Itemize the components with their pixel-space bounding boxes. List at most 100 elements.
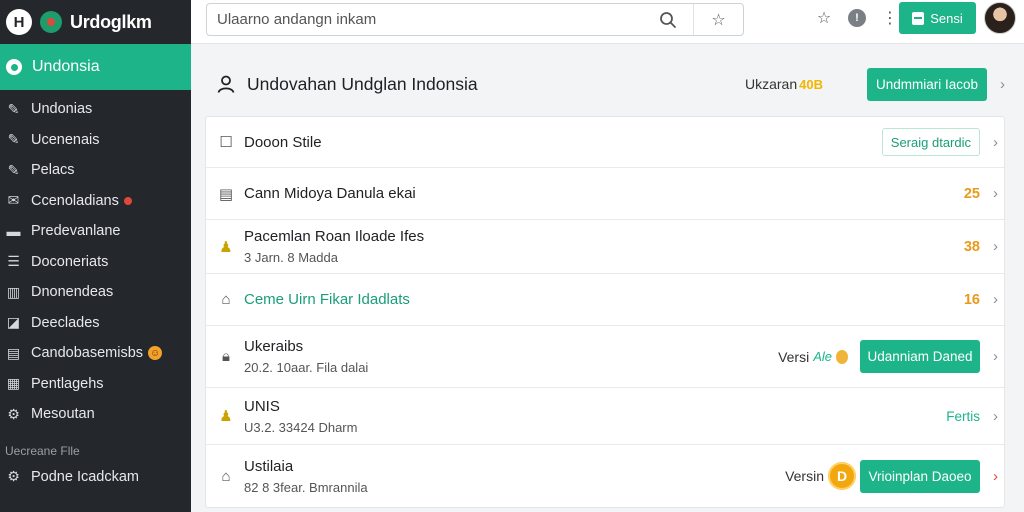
sidebar-list: ✎ Undonias ✎ Ucenenais ✎ Pelacs ✉ Ccenoladia… <box>0 90 191 430</box>
chevron-right-icon[interactable]: › <box>984 348 998 365</box>
sidebar-item-dnonendeas[interactable]: ▥ Dnonendeas <box>0 277 191 308</box>
info-icon[interactable]: ! <box>848 9 866 27</box>
version-label: Versin <box>785 468 824 484</box>
sidebar-item-label: Mesoutan <box>31 406 95 423</box>
sidebar-item-label: Doconeriats <box>31 253 109 270</box>
sidebar-section-list: ⚙ Podne Icadckam <box>0 462 191 493</box>
item-subtitle: 3 Jarn. 8 Madda <box>244 250 338 265</box>
bulb-icon: ♟ <box>219 408 233 425</box>
sidebar-item-active[interactable]: Undonsia <box>0 44 191 90</box>
document-icon <box>912 11 925 25</box>
page-header: Undovahan Undglan Indonsia Ukzaran 40B U… <box>205 56 1005 112</box>
sidebar-item-ucenenais[interactable]: ✎ Ucenenais <box>0 125 191 156</box>
sidebar-item-label: Ccenoladians <box>31 192 119 209</box>
notification-dot <box>123 196 132 205</box>
header-action-button[interactable]: Undmmiari Iacob <box>867 67 987 101</box>
item-title: Ustilaia <box>244 457 294 475</box>
chevron-right-icon[interactable]: › <box>984 134 998 151</box>
record-icon <box>40 11 62 33</box>
coin-icon: D <box>828 462 856 490</box>
sidebar-item-label: Undonsia <box>32 58 100 75</box>
item-action-button[interactable]: Vrioinplan Daoeo <box>860 459 980 493</box>
item-action-button[interactable]: Udanniam Daned <box>860 340 980 373</box>
item-subtitle: 20.2. 10aar. Fila dalai <box>244 360 369 375</box>
more-vertical-icon[interactable]: ⋮ <box>880 8 900 28</box>
header-right: Ukzaran 40B Undmmiari Iacob › <box>745 67 1005 101</box>
item-subtitle: U3.2. 33424 Dharm <box>244 419 358 435</box>
pin-icon: ✎ <box>7 131 20 148</box>
brand-name: Urdoglkm <box>70 11 152 32</box>
item-status-text: Fertis <box>946 408 980 424</box>
sidebar-section-label: Uecreane Flle <box>5 443 80 458</box>
sidebar: H Urdoglkm Undonsia ✎ Undonias ✎ Ucenenais… <box>0 0 191 512</box>
user-icon <box>215 73 237 95</box>
item-title: Ceme Uirn Fikar Idadlats <box>244 291 410 308</box>
lock-icon: 🔒︎ <box>222 348 230 365</box>
folder-icon: ▬ <box>6 223 21 240</box>
list-item[interactable]: ⌂ Ceme Uirn Fikar Idadlats 16 › <box>206 274 1004 326</box>
columns-icon: ▥ <box>6 283 21 300</box>
home-icon: ⌂ <box>221 291 231 308</box>
version-tag: Ale <box>813 349 832 364</box>
sidebar-item-mesoutan[interactable]: ⚙ Mesoutan <box>0 399 191 430</box>
sidebar-item-pentlagehs[interactable]: ▦ Pentlagehs <box>0 369 191 400</box>
sidebar-item-ccenoladians[interactable]: ✉ Ccenoladians <box>0 186 191 217</box>
sidebar-item-podne[interactable]: ⚙ Podne Icadckam <box>0 462 191 493</box>
list-icon: ☰ <box>7 253 20 270</box>
chevron-right-icon[interactable]: › <box>991 76 1005 93</box>
list-item[interactable]: ♟ Pacemlan Roan Iloade Ifes 3 Jarn. 8 Ma… <box>206 220 1004 274</box>
mail-icon: ✉ <box>7 192 20 209</box>
chevron-right-icon[interactable]: › <box>984 408 998 425</box>
search-icon[interactable] <box>643 4 693 35</box>
sidebar-item-doconeriats[interactable]: ☰ Doconeriats <box>0 247 191 278</box>
header-count: 40B <box>799 76 823 92</box>
sidebar-item-deeclades[interactable]: ◪ Deeclades <box>0 308 191 339</box>
star-icon[interactable]: ☆ <box>814 8 834 28</box>
chart-icon: ◪ <box>6 314 21 331</box>
item-subtitle: 82 8 3fear. Bmrannila <box>244 479 368 495</box>
item-title: Dooon Stile <box>244 133 322 151</box>
chevron-right-icon[interactable]: › <box>984 185 998 202</box>
top-action-button[interactable]: Sensi <box>899 2 976 34</box>
sidebar-item-predevanlane[interactable]: ▬ Predevanlane <box>0 216 191 247</box>
list-item[interactable]: ♟ UNIS U3.2. 33424 Dharm Fertis › <box>206 388 1004 445</box>
chevron-right-icon[interactable]: › <box>984 291 998 308</box>
item-list: ☐ Dooon Stile Seraig dtardic › ▤ Cann Mi… <box>205 116 1005 508</box>
item-title: Cann Midoya Danula ekai <box>244 185 416 202</box>
list-item[interactable]: ☐ Dooon Stile Seraig dtardic › <box>206 117 1004 168</box>
grid-icon: ▦ <box>6 375 21 392</box>
chevron-right-icon[interactable]: › <box>984 468 998 485</box>
top-action-label: Sensi <box>930 10 963 26</box>
topbar: ☆ ☆ ! ⋮ Sensi <box>191 0 1024 44</box>
bulb-icon: ♟ <box>219 238 233 256</box>
sidebar-item-label: Dnonendeas <box>31 284 114 301</box>
search-input[interactable] <box>207 4 643 35</box>
sidebar-item-label: Ucenenais <box>31 131 100 148</box>
search-bar: ☆ <box>206 3 744 36</box>
item-title: UNIS <box>244 397 280 415</box>
coin-icon <box>836 349 848 364</box>
list-item[interactable]: ⌂ Ustilaia 82 8 3fear. Bmrannila Versin … <box>206 445 1004 507</box>
sidebar-item-pelacs[interactable]: ✎ Pelacs <box>0 155 191 186</box>
item-count: 38 <box>963 238 980 255</box>
emoji-badge-icon: ☺ <box>148 346 163 361</box>
list-item[interactable]: 🔒︎ Ukeraibs 20.2. 10aar. Fila dalai Vers… <box>206 326 1004 388</box>
sidebar-item-undonias[interactable]: ✎ Undonias <box>0 94 191 125</box>
avatar[interactable] <box>984 2 1016 34</box>
sidebar-item-label: Pelacs <box>31 162 75 179</box>
circle-icon <box>6 59 22 75</box>
document-icon: ▤ <box>218 185 234 203</box>
sidebar-item-candobasemisbs[interactable]: ▤ Candobasemisbs ☺ <box>0 338 191 369</box>
header-label: Ukzaran <box>745 76 798 92</box>
item-count: 25 <box>963 185 980 202</box>
sidebar-item-label: Podne Icadckam <box>31 468 140 485</box>
chevron-right-icon[interactable]: › <box>984 238 998 255</box>
item-count: 16 <box>963 291 980 308</box>
list-item[interactable]: ▤ Cann Midoya Danula ekai 25 › <box>206 168 1004 220</box>
item-outline-button[interactable]: Seraig dtardic <box>881 128 980 156</box>
window-icon: ▤ <box>6 344 21 361</box>
gear-icon: ⚙ <box>7 405 20 422</box>
checkbox-icon[interactable]: ☐ <box>216 132 236 152</box>
bookmark-star-icon[interactable]: ☆ <box>693 4 743 35</box>
logo-icon: H <box>6 9 32 35</box>
